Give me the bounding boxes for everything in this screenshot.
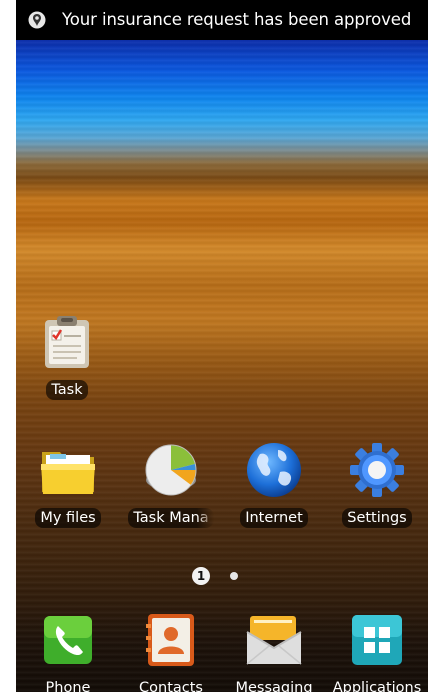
status-bar[interactable]: Your insurance request has been approved: [16, 0, 428, 40]
dock-contacts[interactable]: Contacts: [121, 612, 221, 692]
app-label: Messaging: [235, 680, 313, 692]
task-clipboard-icon: [37, 312, 97, 372]
app-task-manager[interactable]: Task Mana: [121, 440, 221, 532]
grid-icon: [347, 612, 407, 672]
app-label: Internet: [240, 508, 308, 528]
app-label: My files: [35, 508, 101, 528]
notification-text: Your insurance request has been approved: [62, 10, 412, 29]
dock-applications[interactable]: Applications: [327, 612, 427, 692]
pie-chart-icon: [141, 440, 201, 500]
folder-icon: [38, 440, 98, 500]
app-label: Applications: [332, 680, 422, 692]
home-screen: Your insurance request has been approved…: [16, 0, 428, 692]
app-label: Task: [46, 380, 88, 400]
contacts-icon: [141, 612, 201, 672]
app-task[interactable]: Task: [17, 312, 117, 400]
app-label: Settings: [342, 508, 412, 528]
notification-icon: [28, 11, 46, 29]
app-my-files[interactable]: My files: [18, 440, 118, 528]
app-settings[interactable]: Settings: [327, 440, 427, 528]
page-indicator[interactable]: 1: [192, 567, 238, 585]
app-label: Contacts: [139, 680, 203, 692]
dock-phone[interactable]: Phone: [18, 612, 118, 692]
page-dot[interactable]: [230, 572, 238, 580]
app-label: Phone: [45, 680, 91, 692]
dock-messaging[interactable]: Messaging: [224, 612, 324, 692]
app-label: Task Mana: [128, 508, 214, 528]
app-internet[interactable]: Internet: [224, 440, 324, 528]
globe-icon: [244, 440, 304, 500]
envelope-icon: [244, 612, 304, 672]
phone-icon: [38, 612, 98, 672]
gear-icon: [347, 440, 407, 500]
page-dot-current[interactable]: 1: [192, 567, 210, 585]
